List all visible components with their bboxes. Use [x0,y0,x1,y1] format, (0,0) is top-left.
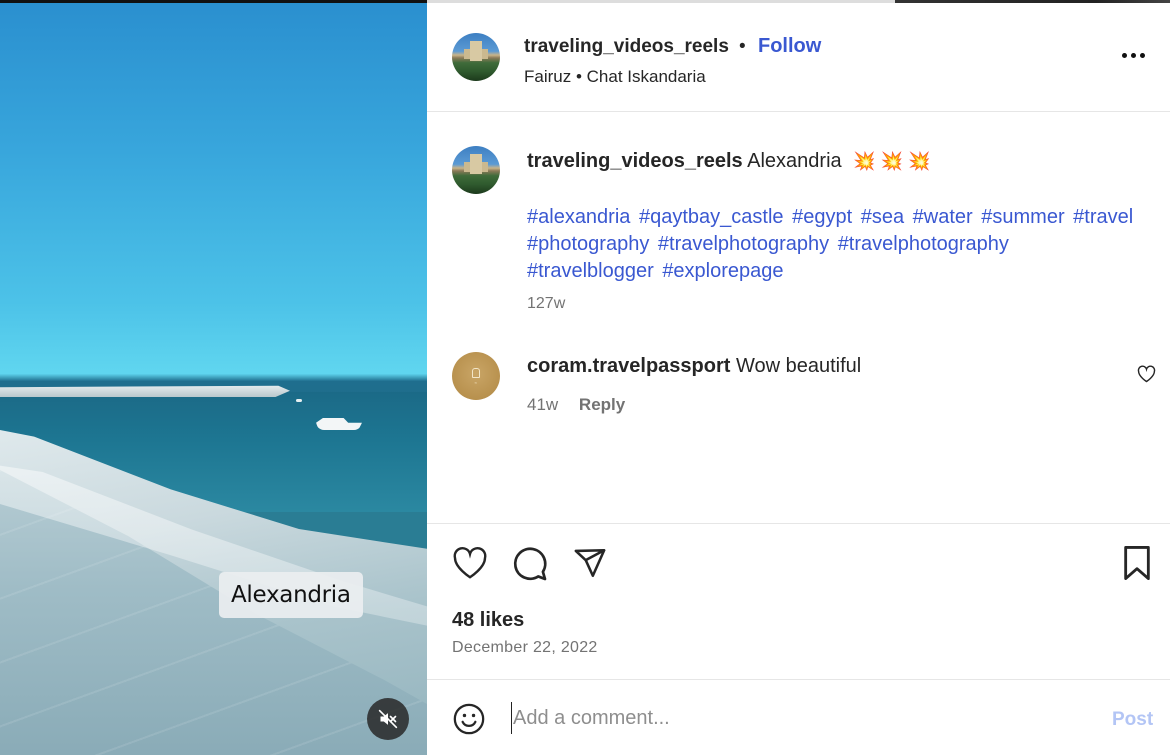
hashtag[interactable]: #qaytbay_castle [639,206,784,228]
comment-timestamp[interactable]: 41w [527,395,558,414]
emoji-icon[interactable] [452,702,486,736]
reply-button[interactable]: Reply [579,395,625,414]
reel-video[interactable]: Alexandria [0,0,427,755]
avatar-logo-icon [472,367,480,378]
hashtag[interactable]: #sea [861,206,904,228]
commenter-avatar[interactable]: ≈ [452,352,500,400]
comment-like-icon[interactable] [1137,365,1156,383]
post-details-panel: traveling_videos_reels • Follow Fairuz •… [427,0,1170,755]
comment-icon[interactable] [512,546,548,582]
hashtag[interactable]: #water [913,206,973,228]
hashtag[interactable]: #travelphotography [838,233,1009,255]
hashtag[interactable]: #travel [1073,206,1133,228]
mute-button[interactable] [367,698,409,740]
hashtag[interactable]: #summer [981,206,1064,228]
avatar-castle-tower [470,154,482,174]
heart-icon[interactable] [452,546,488,580]
post-date: December 22, 2022 [452,639,598,656]
comment-text: coram.travelpassport Wow beautiful [527,355,861,378]
post-header: traveling_videos_reels • Follow Fairuz •… [427,3,1170,112]
hashtag[interactable]: #travelphotography [658,233,829,255]
hashtag[interactable]: #photography [527,233,649,255]
caption-text: traveling_videos_reels Alexandria 💥 💥 💥 [527,150,930,173]
author-username[interactable]: traveling_videos_reels [524,36,729,58]
speaker-muted-icon [378,709,398,729]
avatar[interactable] [452,33,500,81]
buoy [296,399,302,402]
comment-input[interactable] [511,702,1091,734]
commenter-username[interactable]: coram.travelpassport [527,355,730,377]
video-top-edge [0,0,427,3]
post-actions: 48 likes December 22, 2022 [427,523,1170,680]
follow-button[interactable]: Follow [758,35,821,58]
hashtag[interactable]: #alexandria [527,206,630,228]
avatar-logo-mark: ≈ [474,379,478,385]
caption-emojis: 💥 💥 💥 [853,151,931,171]
video-text-overlay: Alexandria [219,572,363,618]
caption-body: Alexandria [747,150,842,172]
caption-timestamp[interactable]: 127w [527,295,565,313]
comment-body: Wow beautiful [735,355,862,377]
avatar-castle-tower [470,41,482,61]
audio-info[interactable]: Fairuz • Chat Iskandaria [524,67,706,87]
caption-username[interactable]: traveling_videos_reels [527,150,743,172]
post-button[interactable]: Post [1112,709,1153,731]
hashtag-list: #alexandria #qaytbay_castle #egypt #sea … [527,204,1147,285]
hashtag[interactable]: #explorepage [662,260,783,282]
more-options-icon[interactable] [1122,45,1148,65]
caption-avatar[interactable] [452,146,500,194]
like-count[interactable]: 48 likes [452,609,524,632]
separator-dot: • [739,36,746,57]
comment-composer: Post [427,680,1170,755]
breakwater [0,385,290,397]
comment-meta: 41w Reply [527,395,625,415]
bookmark-icon[interactable] [1122,546,1152,580]
share-icon[interactable] [572,546,608,580]
hashtag[interactable]: #egypt [792,206,852,228]
hashtag[interactable]: #travelblogger [527,260,654,282]
